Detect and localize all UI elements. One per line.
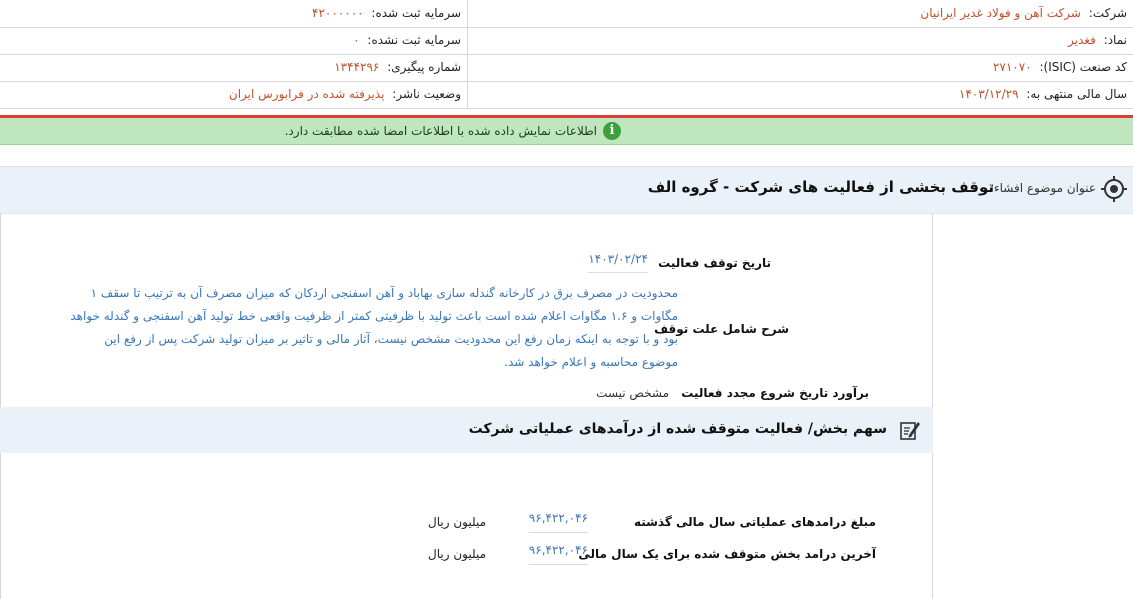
info-icon: i [603,122,621,140]
target-icon [1101,176,1127,202]
last-year-revenue-label: مبلغ درامدهای عملیاتی سال مالی گذشته [633,515,876,529]
verification-alert: i اطلاعات نمایش داده شده با اطلاعات امضا… [0,118,1133,145]
unregistered-capital-value: ۰ [353,33,360,47]
info-row-symbol: نماد: فغدیر سرمایه ثبت نشده: ۰ [0,27,1133,55]
unregistered-capital-label: سرمایه ثبت نشده: [367,33,461,47]
info-row-fiscal: سال مالی منتهی به: ۱۴۰۳/۱۲/۲۹ وضعیت ناشر… [0,81,1133,109]
edit-note-icon [900,422,920,440]
company-info-table: شرکت: شرکت آهن و فولاد غدیر ایرانیان سرم… [0,0,1133,110]
company-cell: شرکت: شرکت آهن و فولاد غدیر ایرانیان [467,0,1133,27]
alert-text: اطلاعات نمایش داده شده با اطلاعات امضا ش… [284,124,597,138]
info-row-company: شرکت: شرکت آهن و فولاد غدیر ایرانیان سرم… [0,0,1133,28]
fiscal-year-cell: سال مالی منتهی به: ۱۴۰۳/۱۲/۲۹ [467,81,1133,108]
tracking-number-value: ۱۳۴۴۲۹۶ [334,60,380,74]
company-name: شرکت آهن و فولاد غدیر ایرانیان [920,6,1081,20]
stopped-segment-revenue-value: ۹۶,۴۲۲,۰۴۶ [528,543,588,565]
fiscal-year-label: سال مالی منتهی به: [1026,87,1127,101]
disclosure-content [0,213,933,599]
alert-content: i اطلاعات نمایش داده شده با اطلاعات امضا… [285,118,621,144]
registered-capital-value: ۴۲۰۰۰۰۰۰ [312,6,364,20]
restart-estimate-label: برآورد تاریخ شروع مجدد فعالیت [681,386,869,400]
tracking-number-cell: شماره پیگیری: ۱۳۴۴۲۹۶ [0,54,467,81]
company-label: شرکت: [1088,6,1127,20]
registered-capital-cell: سرمایه ثبت شده: ۴۲۰۰۰۰۰۰ [0,0,467,27]
registered-capital-label: سرمایه ثبت شده: [371,6,461,20]
fiscal-year-value: ۱۴۰۳/۱۲/۲۹ [958,87,1019,101]
stopped-segment-revenue-label: آخرین درامد بخش متوقف شده برای یک سال ما… [578,547,876,561]
tracking-number-label: شماره پیگیری: [387,60,461,74]
last-year-revenue-value: ۹۶,۴۲۲,۰۴۶ [528,511,588,533]
isic-cell: کد صنعت (ISIC): ۲۷۱۰۷۰ [467,54,1133,81]
symbol-value: فغدیر [1068,33,1096,47]
publisher-status-value: پذیرفته شده در فرابورس ایران [228,87,385,101]
stopped-segment-revenue-unit: میلیون ریال [428,547,486,561]
symbol-cell: نماد: فغدیر [467,27,1133,54]
restart-estimate-value: مشخص نیست [596,386,669,400]
stop-date-value: ۱۴۰۳/۰۲/۲۴ [588,252,648,273]
subject-title: توقف بخشی از فعالیت های شرکت - گروه الف [647,178,994,196]
subject-label: عنوان موضوع افشاء: [989,181,1096,195]
last-year-revenue-unit: میلیون ریال [428,515,486,529]
symbol-label: نماد: [1103,33,1127,47]
isic-value: ۲۷۱۰۷۰ [992,60,1032,74]
info-row-isic: کد صنعت (ISIC): ۲۷۱۰۷۰ شماره پیگیری: ۱۳۴… [0,54,1133,82]
stop-reason-text: محدودیت در مصرف برق در کارخانه گندله ساز… [70,286,678,369]
revenue-share-title: سهم بخش/ فعالیت متوقف شده از درآمدهای عم… [468,421,887,437]
disclosure-subject-bar: عنوان موضوع افشاء: توقف بخشی از فعالیت ه… [0,166,1133,214]
publisher-status-label: وضعیت ناشر: [392,87,461,101]
stop-date-label: تاریخ توقف فعالیت [658,256,771,270]
unregistered-capital-cell: سرمایه ثبت نشده: ۰ [0,27,467,54]
revenue-share-section-header: سهم بخش/ فعالیت متوقف شده از درآمدهای عم… [0,407,933,453]
isic-label: کد صنعت (ISIC): [1039,60,1127,74]
publisher-status-cell: وضعیت ناشر: پذیرفته شده در فرابورس ایران [0,81,467,108]
